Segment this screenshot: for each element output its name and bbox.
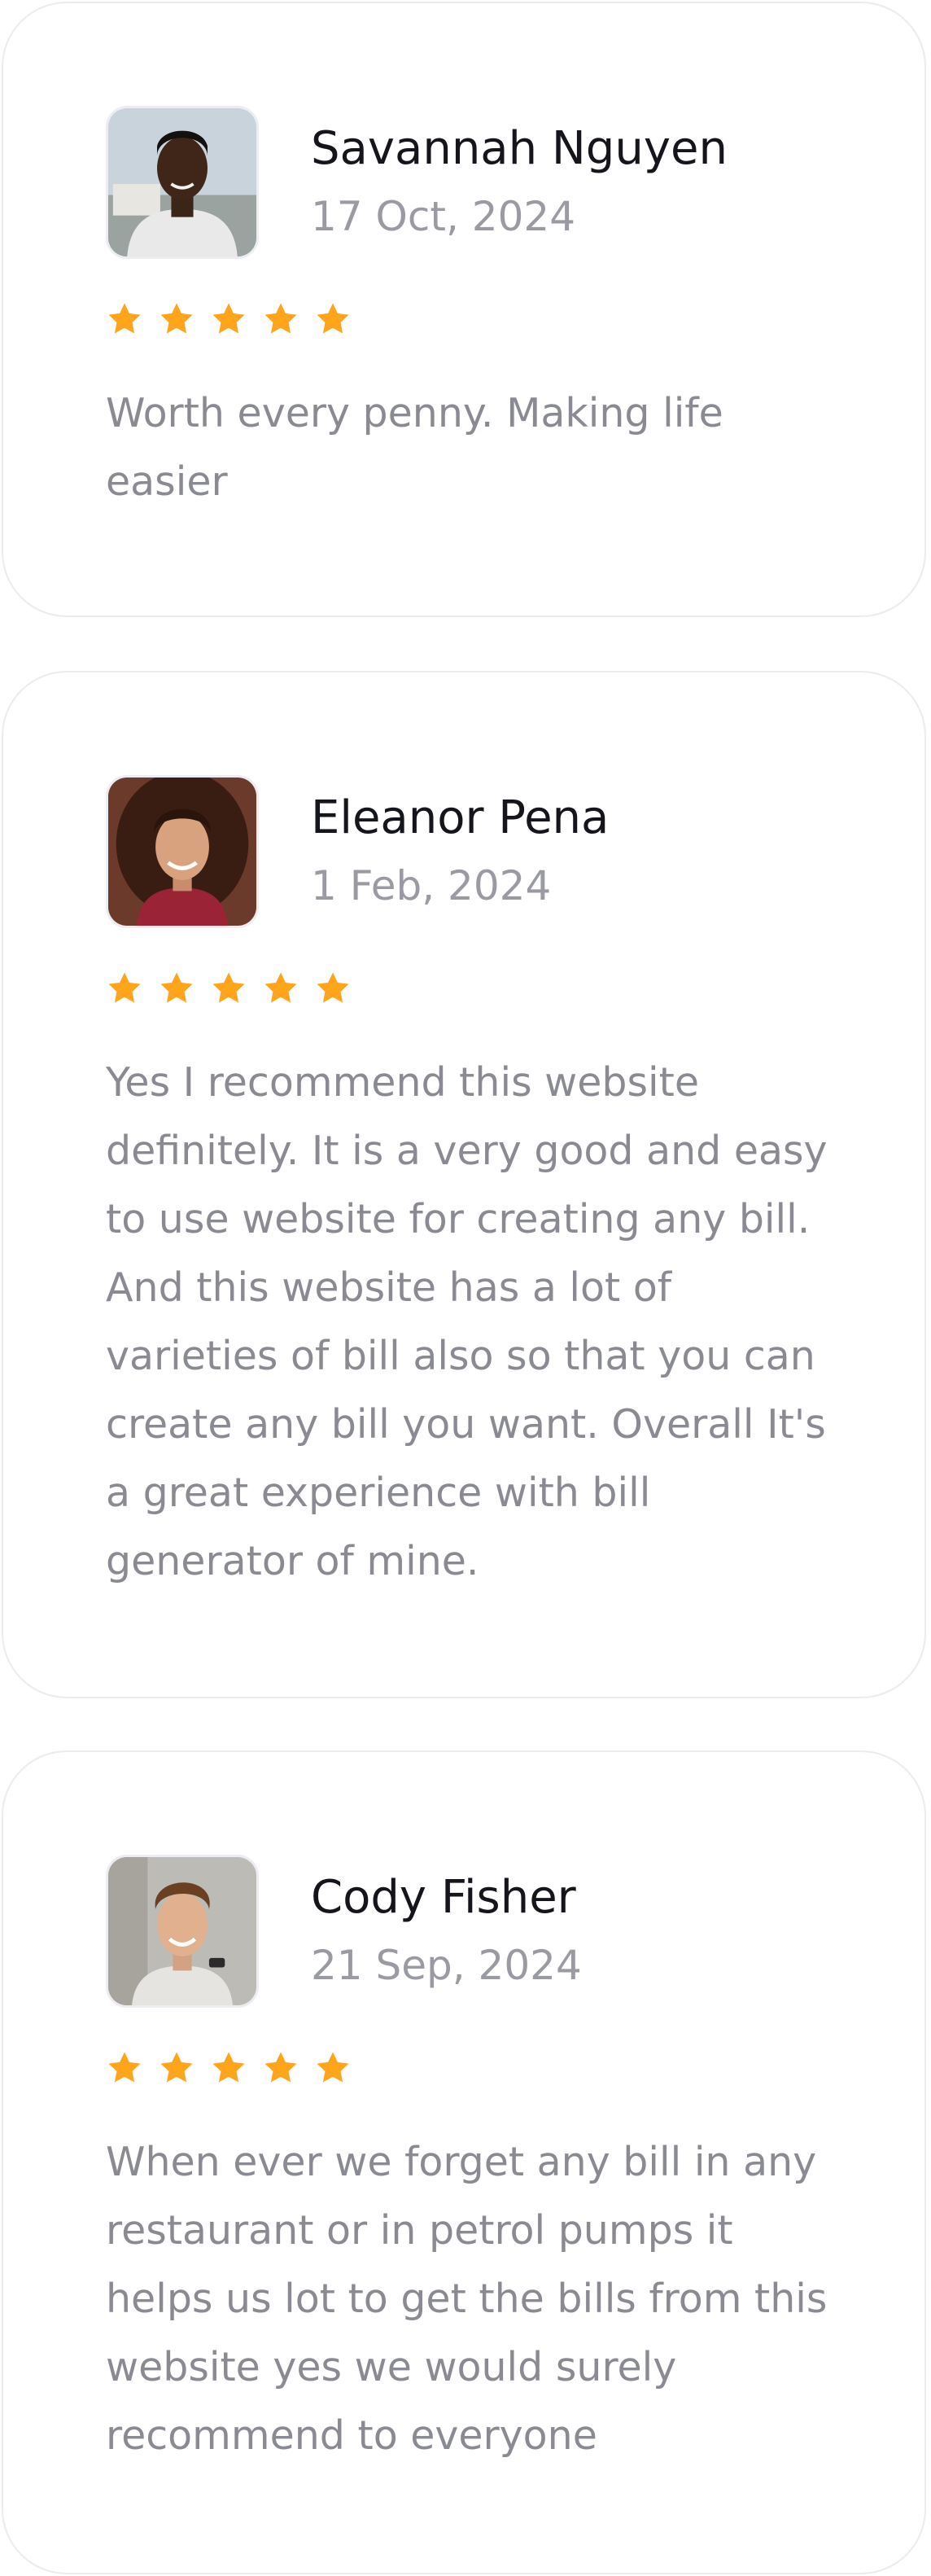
star-rating xyxy=(106,970,366,1007)
star-icon xyxy=(264,972,297,1003)
star-icon xyxy=(108,303,141,334)
star-rating xyxy=(106,300,366,338)
star-rating xyxy=(106,2049,366,2087)
review-text: When ever we forget any bill in any rest… xyxy=(106,2139,828,2459)
review-text: Worth every penny. Making life easier xyxy=(106,390,723,505)
review-text: Yes I recommend this website definitely.… xyxy=(106,1059,828,1584)
star-icon xyxy=(317,972,349,1003)
review-header: Savannah Nguyen 17 Oct, 2024 xyxy=(106,106,728,259)
review-date: 1 Feb, 2024 xyxy=(311,862,552,909)
reviewer-name: Eleanor Pena xyxy=(311,791,610,844)
star-icon xyxy=(160,303,193,334)
reviewer-name: Cody Fisher xyxy=(311,1871,576,1924)
review-date: 17 Oct, 2024 xyxy=(311,193,575,240)
star-icon xyxy=(160,972,193,1003)
star-icon xyxy=(160,2052,193,2083)
avatar xyxy=(106,106,259,259)
review-date: 21 Sep, 2024 xyxy=(311,1942,582,1989)
reviewer-name: Savannah Nguyen xyxy=(311,122,728,175)
avatar xyxy=(106,775,259,928)
star-icon xyxy=(264,2052,297,2083)
review-card: Savannah Nguyen 17 Oct, 2024 Worth every… xyxy=(2,2,926,617)
star-icon xyxy=(212,303,245,334)
star-icon xyxy=(108,2052,141,2083)
star-icon xyxy=(317,303,349,334)
star-icon xyxy=(212,2052,245,2083)
star-icon xyxy=(108,972,141,1003)
star-icon xyxy=(264,303,297,334)
review-header: Cody Fisher 21 Sep, 2024 xyxy=(106,1855,582,2008)
avatar xyxy=(106,1855,259,2008)
review-card: Eleanor Pena 1 Feb, 2024 Yes I recommend… xyxy=(2,671,926,1698)
star-icon xyxy=(317,2052,349,2083)
star-icon xyxy=(212,972,245,1003)
review-header: Eleanor Pena 1 Feb, 2024 xyxy=(106,775,609,928)
review-card: Cody Fisher 21 Sep, 2024 When ever we fo… xyxy=(2,1750,926,2574)
